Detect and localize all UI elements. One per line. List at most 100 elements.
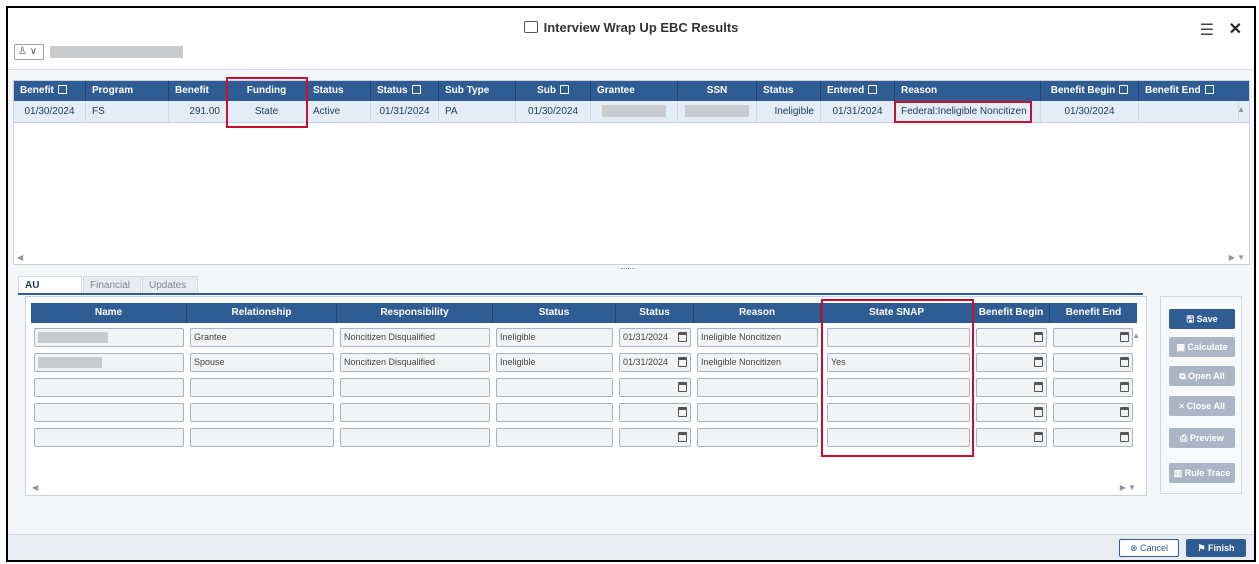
reason-field[interactable] xyxy=(697,378,818,397)
benefit-end-field[interactable] xyxy=(1053,428,1133,447)
benefit-begin-field[interactable] xyxy=(976,428,1047,447)
status-field[interactable]: Ineligible xyxy=(496,353,613,372)
calendar-icon[interactable] xyxy=(1034,407,1043,417)
reason-field[interactable] xyxy=(697,403,818,422)
tab-financial[interactable]: Financial xyxy=(83,276,141,294)
col-status-2[interactable]: Status xyxy=(757,81,821,101)
name-field[interactable] xyxy=(34,378,184,397)
relationship-field[interactable] xyxy=(190,378,334,397)
table-row[interactable]: 01/30/2024 FS 291.00 State Active 01/31/… xyxy=(14,101,1249,123)
relationship-field[interactable] xyxy=(190,403,334,422)
status-field[interactable] xyxy=(496,403,613,422)
col-grantee[interactable]: Grantee xyxy=(591,81,678,101)
calendar-icon[interactable] xyxy=(1120,432,1129,442)
save-button[interactable]: 🖫 Save xyxy=(1169,309,1235,329)
calendar-icon[interactable] xyxy=(1120,357,1129,367)
name-field[interactable] xyxy=(34,428,184,447)
scroll-right-arrow[interactable]: ▶ ▼ xyxy=(1120,483,1136,492)
col-relationship[interactable]: Relationship xyxy=(187,303,337,323)
reason-field[interactable]: Ineligible Noncitizen xyxy=(697,328,818,347)
user-dropdown[interactable]: ♙ ∨ xyxy=(14,44,44,60)
close-icon[interactable]: ✕ xyxy=(1229,19,1242,39)
calendar-icon[interactable] xyxy=(1034,332,1043,342)
benefit-end-field[interactable] xyxy=(1053,328,1133,347)
scroll-left-arrow[interactable]: ◀ xyxy=(17,253,23,262)
benefit-end-field[interactable] xyxy=(1053,353,1133,372)
col-name[interactable]: Name xyxy=(31,303,187,323)
tab-updates[interactable]: Updates xyxy=(142,276,198,294)
benefit-begin-field[interactable] xyxy=(976,378,1047,397)
col-sub-date[interactable]: Sub xyxy=(516,81,591,101)
name-field[interactable] xyxy=(34,353,184,372)
tab-au-members[interactable]: AU Members xyxy=(18,276,82,309)
cell-sub-type: PA xyxy=(439,101,516,123)
close-all-button[interactable]: × Close All xyxy=(1169,396,1235,416)
calendar-icon[interactable] xyxy=(1034,357,1043,367)
col-reason[interactable]: Reason xyxy=(895,81,1041,101)
calendar-icon[interactable] xyxy=(1120,407,1129,417)
calendar-icon[interactable] xyxy=(678,382,687,392)
col-program[interactable]: Program xyxy=(86,81,169,101)
splitter-handle[interactable] xyxy=(621,268,635,270)
cancel-button[interactable]: ⊗ Cancel xyxy=(1119,539,1179,557)
status-field[interactable] xyxy=(496,378,613,397)
reason-field[interactable]: Ineligible Noncitizen xyxy=(697,353,818,372)
scroll-up-arrow[interactable]: ▲ xyxy=(1132,331,1140,340)
calendar-icon[interactable] xyxy=(1120,332,1129,342)
relationship-field[interactable]: Spouse xyxy=(190,353,334,372)
responsibility-field[interactable] xyxy=(340,403,490,422)
col-responsibility[interactable]: Responsibility xyxy=(337,303,493,323)
status-date-field[interactable] xyxy=(619,428,691,447)
benefit-begin-field[interactable] xyxy=(976,328,1047,347)
col-benefit[interactable]: Benefit xyxy=(169,81,227,101)
col-entered[interactable]: Entered xyxy=(821,81,895,101)
col-status-date[interactable]: Status xyxy=(371,81,439,101)
scroll-left-arrow[interactable]: ◀ xyxy=(32,483,38,492)
calendar-icon[interactable] xyxy=(678,432,687,442)
calendar-icon[interactable] xyxy=(678,407,687,417)
preview-button[interactable]: ⎙ Preview xyxy=(1169,428,1235,448)
col-reason[interactable]: Reason xyxy=(694,303,821,323)
col-ssn[interactable]: SSN xyxy=(678,81,757,101)
relationship-field[interactable]: Grantee xyxy=(190,328,334,347)
col-benefit-begin[interactable]: Benefit Begin xyxy=(973,303,1050,323)
col-benefit-date[interactable]: Benefit xyxy=(14,81,86,101)
calendar-icon[interactable] xyxy=(1034,432,1043,442)
menu-icon[interactable]: ☰ xyxy=(1200,20,1214,40)
reason-field[interactable] xyxy=(697,428,818,447)
responsibility-field[interactable] xyxy=(340,428,490,447)
col-benefit-end[interactable]: Benefit End xyxy=(1050,303,1137,323)
responsibility-field[interactable] xyxy=(340,378,490,397)
scroll-up-arrow[interactable]: ▲ xyxy=(1237,105,1245,114)
col-status-date[interactable]: Status xyxy=(616,303,694,323)
finish-button[interactable]: ⚑ Finish xyxy=(1186,539,1246,557)
name-field[interactable] xyxy=(34,403,184,422)
status-date-field[interactable]: 01/31/2024 xyxy=(619,328,691,347)
col-sub-type[interactable]: Sub Type xyxy=(439,81,516,101)
calculate-button[interactable]: ▦ Calculate xyxy=(1169,337,1235,357)
col-status[interactable]: Status xyxy=(493,303,616,323)
scroll-right-arrow[interactable]: ▶ ▼ xyxy=(1229,253,1245,262)
open-all-button[interactable]: ⧉ Open All xyxy=(1169,366,1235,386)
benefit-end-field[interactable] xyxy=(1053,403,1133,422)
responsibility-field[interactable]: Noncitizen Disqualified xyxy=(340,328,490,347)
status-date-field[interactable]: 01/31/2024 xyxy=(619,353,691,372)
relationship-field[interactable] xyxy=(190,428,334,447)
calendar-icon[interactable] xyxy=(678,332,687,342)
col-status[interactable]: Status xyxy=(307,81,371,101)
status-field[interactable]: Ineligible xyxy=(496,328,613,347)
status-date-field[interactable] xyxy=(619,403,691,422)
calendar-icon[interactable] xyxy=(1120,382,1129,392)
calendar-icon[interactable] xyxy=(678,357,687,367)
status-date-field[interactable] xyxy=(619,378,691,397)
col-benefit-begin[interactable]: Benefit Begin xyxy=(1041,81,1139,101)
name-field[interactable] xyxy=(34,328,184,347)
responsibility-field[interactable]: Noncitizen Disqualified xyxy=(340,353,490,372)
calendar-icon[interactable] xyxy=(1034,382,1043,392)
benefit-begin-field[interactable] xyxy=(976,353,1047,372)
benefit-begin-field[interactable] xyxy=(976,403,1047,422)
rule-trace-button[interactable]: ▥ Rule Trace xyxy=(1169,463,1235,483)
status-field[interactable] xyxy=(496,428,613,447)
benefit-end-field[interactable] xyxy=(1053,378,1133,397)
col-benefit-end[interactable]: Benefit End xyxy=(1139,81,1251,101)
